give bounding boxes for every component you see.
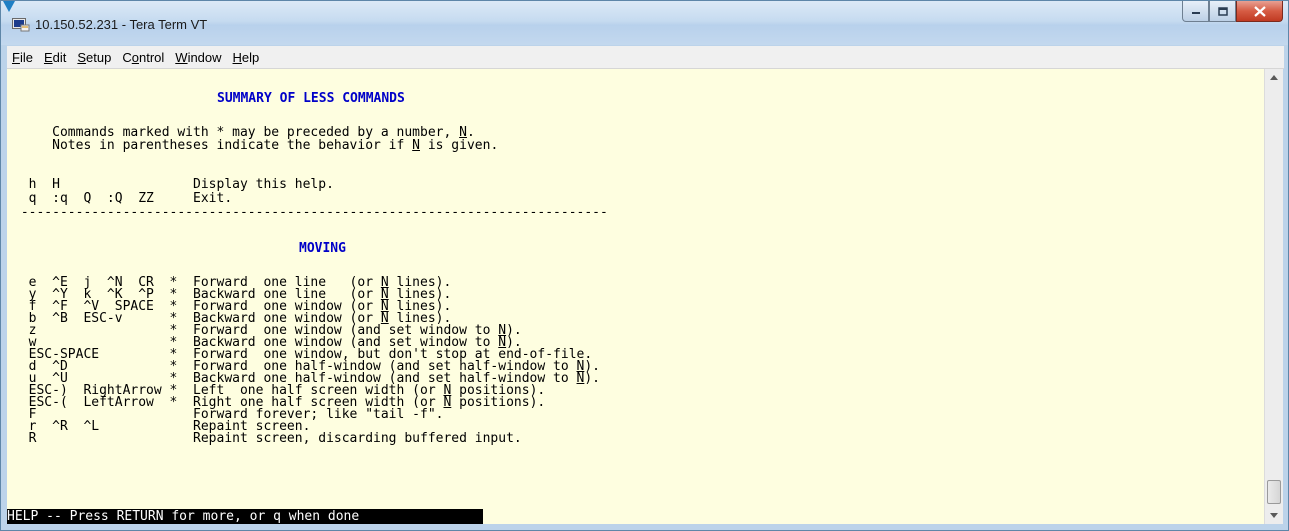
pointer-cursor-icon	[3, 1, 15, 12]
tera-term-window: 10.150.52.231 - Tera Term VT File Edit S…	[0, 0, 1289, 531]
terminal-line: Commands marked with * may be preceded b…	[13, 125, 475, 140]
menu-window[interactable]: Window	[175, 50, 221, 65]
summary-heading: SUMMARY OF LESS COMMANDS	[217, 91, 405, 106]
scroll-down-arrow-icon	[1270, 513, 1278, 518]
terminal-screen[interactable]: SUMMARY OF LESS COMMANDS Commands marked…	[7, 69, 1264, 524]
menu-file[interactable]: File	[12, 50, 33, 65]
close-button[interactable]	[1236, 1, 1283, 22]
tera-term-icon[interactable]	[12, 18, 30, 32]
maximize-icon	[1217, 6, 1228, 16]
caption-buttons	[1182, 1, 1283, 23]
title-bar[interactable]: 10.150.52.231 - Tera Term VT	[1, 1, 1288, 45]
moving-heading: MOVING	[299, 241, 346, 256]
scroll-up-arrow-icon	[1270, 75, 1278, 80]
scrollbar-thumb[interactable]	[1267, 480, 1281, 504]
vertical-scrollbar[interactable]	[1264, 69, 1283, 524]
scroll-up-button[interactable]	[1265, 69, 1283, 86]
maximize-button[interactable]	[1209, 1, 1236, 22]
menu-setup[interactable]: Setup	[77, 50, 111, 65]
window-title: 10.150.52.231 - Tera Term VT	[35, 17, 208, 32]
menu-edit[interactable]: Edit	[44, 50, 66, 65]
close-icon	[1253, 5, 1266, 17]
less-status-prompt: HELP -- Press RETURN for more, or q when…	[7, 509, 483, 524]
menu-bar: File Edit Setup Control Window Help	[7, 46, 1284, 69]
menu-control[interactable]: Control	[122, 50, 164, 65]
terminal-line: h H Display this help.	[13, 177, 334, 192]
terminal-line: R Repaint screen, discarding buffered in…	[13, 431, 522, 446]
menu-help[interactable]: Help	[233, 50, 260, 65]
scroll-down-button[interactable]	[1265, 507, 1283, 524]
terminal-line: Notes in parentheses indicate the behavi…	[13, 138, 499, 153]
minimize-button[interactable]	[1182, 1, 1209, 22]
terminal-line: q :q Q :Q ZZ Exit.	[13, 191, 233, 206]
divider-line: ----------------------------------------…	[13, 205, 608, 220]
minimize-icon	[1191, 12, 1200, 14]
